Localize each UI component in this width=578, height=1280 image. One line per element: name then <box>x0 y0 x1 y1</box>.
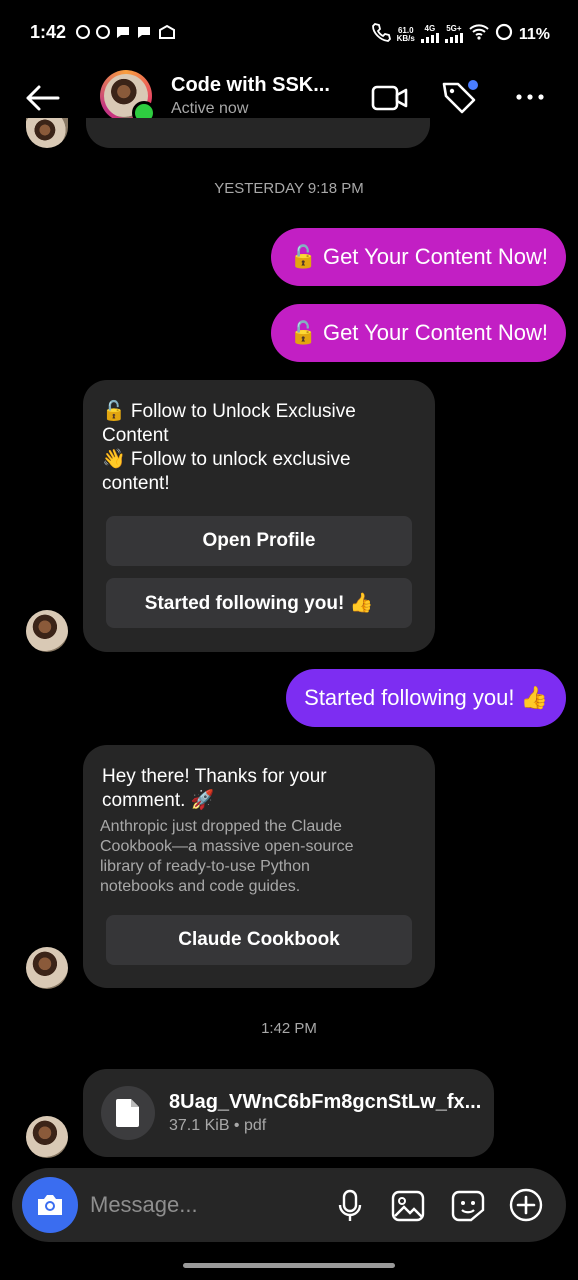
camera-icon[interactable] <box>22 1177 78 1233</box>
add-icon[interactable] <box>508 1187 544 1223</box>
previous-message-card <box>86 118 430 148</box>
back-arrow-icon[interactable] <box>22 80 62 116</box>
outgoing-message[interactable]: 🔓 Get Your Content Now! <box>271 304 566 362</box>
document-icon <box>101 1086 155 1140</box>
chat-name[interactable]: Code with SSK... <box>171 74 341 97</box>
wifi-icon <box>469 24 489 45</box>
microphone-icon[interactable] <box>334 1188 366 1224</box>
message-composer: Message... <box>12 1168 566 1242</box>
sender-avatar[interactable] <box>26 947 68 989</box>
net-speed: 61.0 KB/s <box>396 25 415 43</box>
started-following-button[interactable]: Started following you! 👍 <box>106 578 412 628</box>
system-status: 61.0 KB/s 4G 5G+ 11% <box>371 22 550 47</box>
card-body: Anthropic just dropped the Claude Cookbo… <box>100 818 354 895</box>
card-title: Hey there! Thanks for your comment. 🚀 <box>102 766 327 811</box>
home-indicator[interactable] <box>183 1263 395 1268</box>
tag-icon[interactable] <box>440 78 482 118</box>
incoming-card: Hey there! Thanks for your comment. 🚀 An… <box>83 745 435 988</box>
signal-5g-icon: 5G+ <box>444 24 463 45</box>
battery-icon <box>495 23 513 46</box>
message-input[interactable]: Message... <box>90 1192 198 1218</box>
gallery-icon[interactable] <box>390 1188 426 1224</box>
sender-avatar[interactable] <box>26 610 68 652</box>
video-call-icon[interactable] <box>370 80 410 116</box>
outgoing-message[interactable]: Started following you! 👍 <box>286 669 566 727</box>
incoming-card: 🔓 Follow to Unlock Exclusive Content 👋 F… <box>83 380 435 652</box>
file-name: 8Uag_VWnC6bFm8gcnStLw_fx... <box>169 1091 482 1113</box>
timestamp: YESTERDAY 9:18 PM <box>214 180 364 197</box>
sender-avatar[interactable] <box>26 1116 68 1158</box>
call-icon <box>371 22 391 47</box>
sender-avatar <box>26 118 68 148</box>
file-attachment[interactable]: 8Uag_VWnC6bFm8gcnStLw_fx... 37.1 KiB • p… <box>83 1069 494 1157</box>
chat-status: Active now <box>171 100 249 117</box>
status-time: 1:42 <box>30 22 67 42</box>
signal-4g-icon: 4G <box>420 24 439 45</box>
sticker-icon[interactable] <box>450 1188 486 1224</box>
file-meta: 37.1 KiB • pdf <box>169 1117 267 1134</box>
more-options-icon[interactable] <box>512 84 548 110</box>
battery-level: 11% <box>518 25 550 43</box>
claude-cookbook-button[interactable]: Claude Cookbook <box>106 915 412 965</box>
outgoing-message[interactable]: 🔓 Get Your Content Now! <box>271 228 566 286</box>
open-profile-button[interactable]: Open Profile <box>106 516 412 566</box>
timestamp: 1:42 PM <box>261 1020 317 1037</box>
card-text: 🔓 Follow to Unlock Exclusive Content 👋 F… <box>102 401 356 494</box>
notification-icons <box>76 24 184 43</box>
